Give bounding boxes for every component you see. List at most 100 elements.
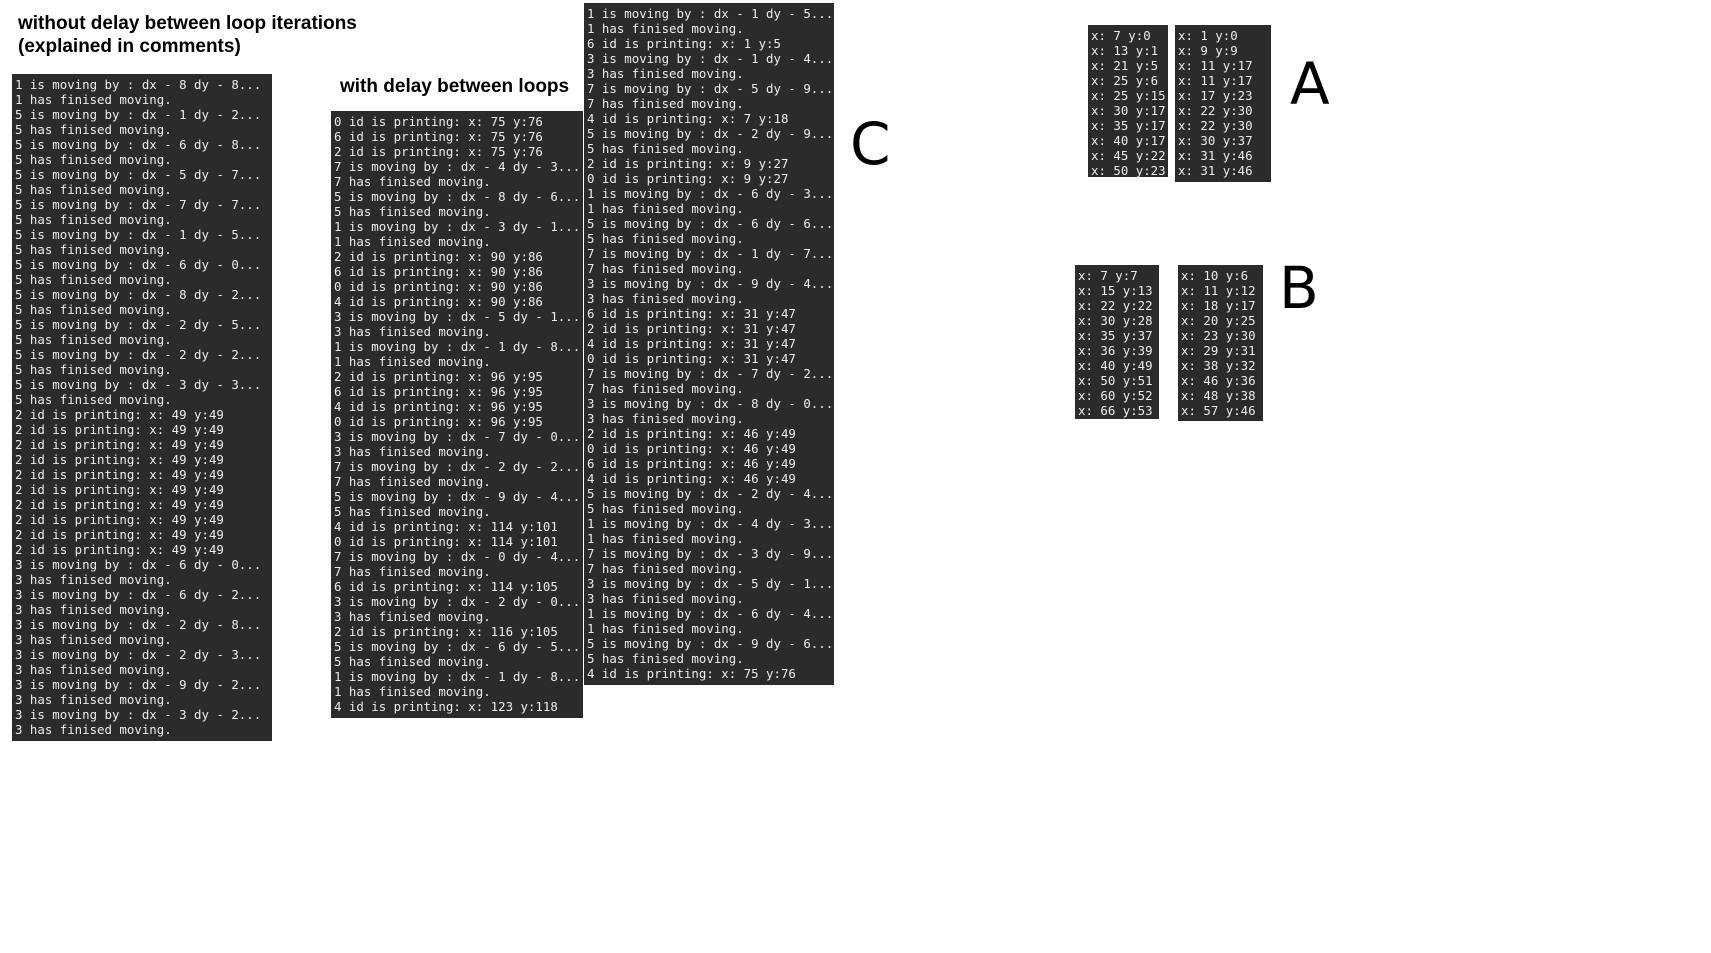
console-line: x: 7 y:0 (1091, 28, 1151, 43)
console-line: 5 has finised moving. (15, 302, 172, 317)
console-line: 2 id is printing: x: 49 y:49 (15, 407, 224, 422)
console-line: x: 11 y:12 (1181, 283, 1256, 298)
console-line: 5 is moving by : dx - 6 dy - 6... (587, 216, 834, 231)
console-line: 3 has finised moving. (334, 444, 491, 459)
console-line: 6 id is printing: x: 96 y:95 (334, 384, 543, 399)
console-line: 2 id is printing: x: 49 y:49 (15, 422, 224, 437)
console-line: 2 id is printing: x: 9 y:27 (587, 156, 789, 171)
console-line: 3 is moving by : dx - 5 dy - 1... (587, 576, 834, 591)
console-line: 3 has finised moving. (15, 692, 172, 707)
console-line: 2 id is printing: x: 49 y:49 (15, 497, 224, 512)
console-line: 6 id is printing: x: 1 y:5 (587, 36, 781, 51)
console-line: 1 is moving by : dx - 1 dy - 8... (334, 669, 581, 684)
console-line: 2 id is printing: x: 96 y:95 (334, 369, 543, 384)
console-line: 3 is moving by : dx - 1 dy - 4... (587, 51, 834, 66)
console-line: 0 id is printing: x: 114 y:101 (334, 534, 558, 549)
console-line: 3 has finised moving. (334, 324, 491, 339)
console-line: x: 9 y:9 (1178, 43, 1238, 58)
console-line: x: 11 y:17 (1178, 73, 1253, 88)
console-line: 5 is moving by : dx - 2 dy - 9... (587, 126, 834, 141)
console-line: x: 23 y:30 (1181, 328, 1256, 343)
console-line: 7 is moving by : dx - 2 dy - 2... (334, 459, 581, 474)
console-line: x: 35 y:17 (1091, 118, 1166, 133)
console-line: x: 50 y:23 (1091, 163, 1166, 177)
console-line: 3 has finised moving. (587, 66, 744, 81)
console-line: x: 25 y:15 (1091, 88, 1166, 103)
console-line: x: 40 y:49 (1078, 358, 1153, 373)
console-line: 5 is moving by : dx - 3 dy - 3... (15, 377, 262, 392)
console-line: 1 has finised moving. (587, 21, 744, 36)
console-line: 5 is moving by : dx - 6 dy - 8... (15, 137, 262, 152)
console-line: 5 is moving by : dx - 5 dy - 7... (15, 167, 262, 182)
console-line: 5 has finised moving. (587, 141, 744, 156)
console-line: 3 has finised moving. (587, 411, 744, 426)
console-line: 5 is moving by : dx - 7 dy - 7... (15, 197, 262, 212)
console-line: x: 48 y:38 (1181, 388, 1256, 403)
console-line: 3 has finised moving. (587, 591, 744, 606)
console-line: x: 30 y:17 (1091, 103, 1166, 118)
console-line: 0 id is printing: x: 75 y:76 (334, 114, 543, 129)
console-line: 7 is moving by : dx - 4 dy - 3... (334, 159, 581, 174)
console-line: 1 is moving by : dx - 6 dy - 4... (587, 606, 834, 621)
console-line: x: 66 y:53 (1078, 403, 1153, 418)
console-line: 1 has finised moving. (334, 354, 491, 369)
console-line: 3 has finised moving. (15, 602, 172, 617)
console-line: 6 id is printing: x: 75 y:76 (334, 129, 543, 144)
console-line: 1 is moving by : dx - 3 dy - 1... (334, 219, 581, 234)
console-line: 7 has finised moving. (587, 381, 744, 396)
console-line: 5 has finised moving. (15, 362, 172, 377)
console-line: x: 31 y:46 (1178, 163, 1253, 178)
console-line: 3 is moving by : dx - 8 dy - 0... (587, 396, 834, 411)
console-line: x: 25 y:6 (1091, 73, 1159, 88)
console-line: 7 is moving by : dx - 5 dy - 9... (587, 81, 834, 96)
console-line: 5 has finised moving. (587, 231, 744, 246)
console-line: 5 has finised moving. (15, 152, 172, 167)
console-line: 7 is moving by : dx - 7 dy - 2... (587, 366, 834, 381)
console-line: x: 20 y:25 (1181, 313, 1256, 328)
console-line: 2 id is printing: x: 49 y:49 (15, 452, 224, 467)
console-line: 1 has finised moving. (15, 92, 172, 107)
console-b-right: x: 10 y:6 x: 11 y:12 x: 18 y:17 x: 20 y:25 x… (1178, 265, 1263, 421)
console-line: 2 id is printing: x: 49 y:49 (15, 482, 224, 497)
console-line: 7 has finised moving. (587, 261, 744, 276)
console-line: 3 has finised moving. (587, 291, 744, 306)
console-line: 3 is moving by : dx - 9 dy - 4... (587, 276, 834, 291)
console-line: 5 is moving by : dx - 2 dy - 5... (15, 317, 262, 332)
console-line: 0 id is printing: x: 31 y:47 (587, 351, 796, 366)
console-line: 5 is moving by : dx - 1 dy - 2... (15, 107, 262, 122)
console-line: 1 has finised moving. (334, 684, 491, 699)
console-line: 1 is moving by : dx - 1 dy - 5... (587, 6, 834, 21)
console-line: x: 18 y:17 (1181, 298, 1256, 313)
console-line: 6 id is printing: x: 46 y:49 (587, 456, 796, 471)
console-line: x: 11 y:17 (1178, 58, 1253, 73)
console-line: 5 is moving by : dx - 2 dy - 2... (15, 347, 262, 362)
console-line: 5 has finised moving. (15, 332, 172, 347)
console-line: 6 id is printing: x: 90 y:86 (334, 264, 543, 279)
console-line: 4 id is printing: x: 31 y:47 (587, 336, 796, 351)
console-a-left: x: 7 y:0 x: 13 y:1 x: 21 y:5 x: 25 y:6 x: 25… (1088, 25, 1168, 177)
console-line: 4 id is printing: x: 46 y:49 (587, 471, 796, 486)
label-b: B (1279, 254, 1319, 322)
console-line: 7 is moving by : dx - 3 dy - 9... (587, 546, 834, 561)
console-line: x: 45 y:22 (1091, 148, 1166, 163)
console-line: x: 10 y:6 (1181, 268, 1249, 283)
console-line: 7 has finised moving. (334, 474, 491, 489)
console-line: 0 id is printing: x: 90 y:86 (334, 279, 543, 294)
console-line: x: 36 y:39 (1078, 343, 1153, 358)
console-line: x: 1 y:0 (1178, 28, 1238, 43)
console-line: 7 is moving by : dx - 1 dy - 7... (587, 246, 834, 261)
console-line: x: 17 y:23 (1178, 88, 1253, 103)
console-line: 4 id is printing: x: 96 y:95 (334, 399, 543, 414)
console-line: x: 50 y:51 (1078, 373, 1153, 388)
console-line: 3 is moving by : dx - 2 dy - 0... (334, 594, 581, 609)
label-a: A (1290, 50, 1330, 118)
console-line: x: 13 y:1 (1091, 43, 1159, 58)
console-line: 1 has finised moving. (334, 234, 491, 249)
console-line: 3 has finised moving. (15, 662, 172, 677)
console-line: 2 id is printing: x: 49 y:49 (15, 437, 224, 452)
console-line: 5 is moving by : dx - 1 dy - 5... (15, 227, 262, 242)
console-line: 5 has finised moving. (334, 504, 491, 519)
console-line: 5 has finised moving. (15, 182, 172, 197)
console-line: 5 is moving by : dx - 6 dy - 0... (15, 257, 262, 272)
console-line: 5 is moving by : dx - 9 dy - 4... (334, 489, 581, 504)
